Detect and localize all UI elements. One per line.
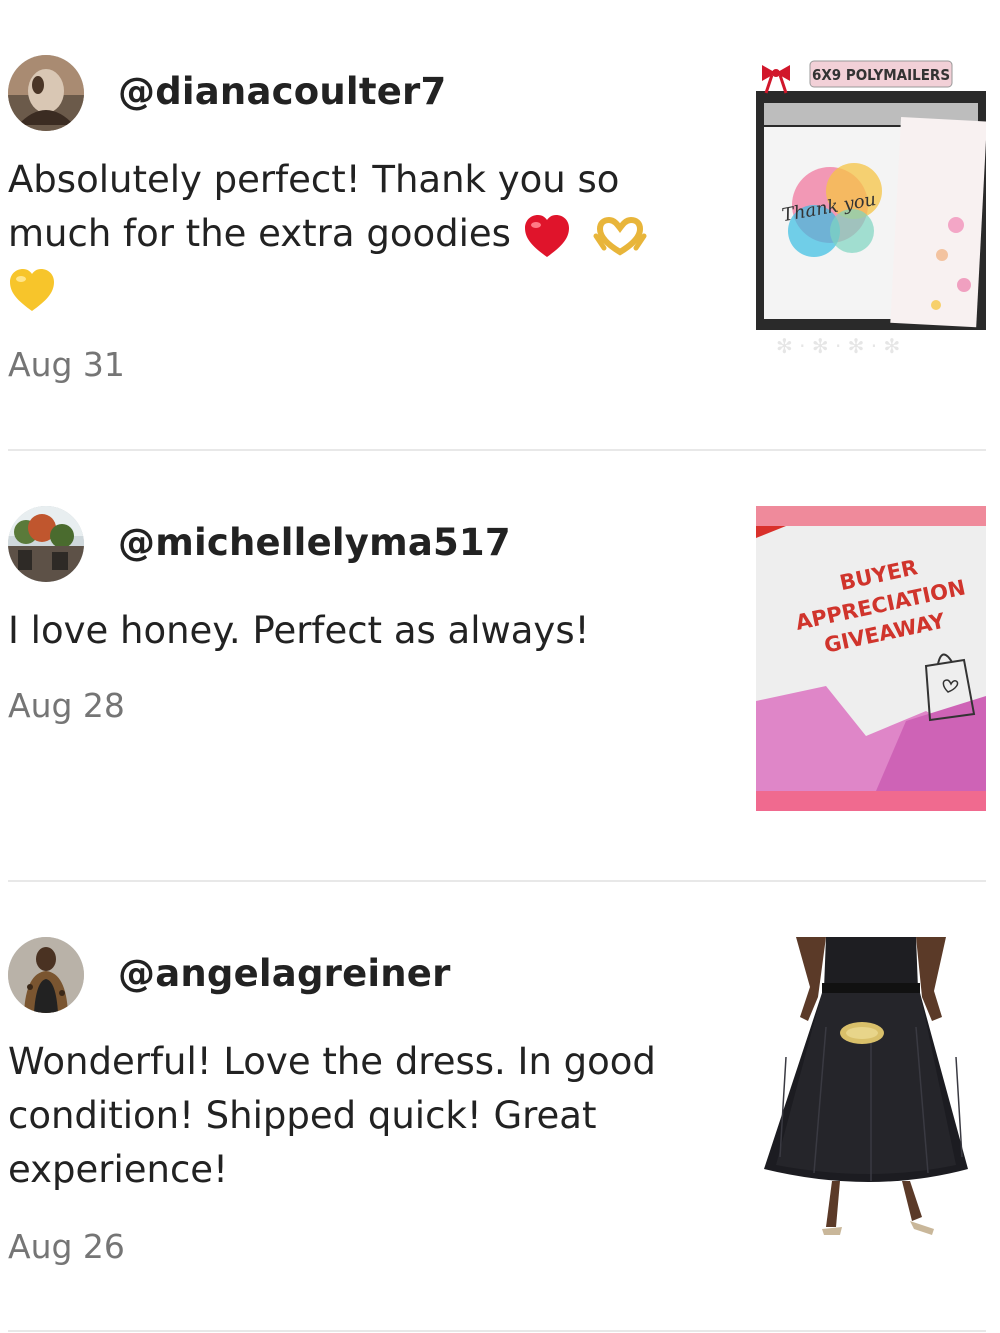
dress-image bbox=[756, 937, 986, 1242]
review-item: @michellelyma517 I love honey. Perfect a… bbox=[0, 451, 1000, 881]
avatar[interactable] bbox=[8, 55, 84, 131]
review-item: @dianacoulter7 Absolutely perfect! Thank… bbox=[0, 0, 1000, 450]
divider bbox=[8, 1330, 986, 1332]
thumb-banner-text: 6X9 POLYMAILERS bbox=[812, 66, 950, 84]
polymailer-image: 6X9 POLYMAILERS Thank you ✻ · ✻ · ✻ · ✻ bbox=[756, 55, 986, 360]
review-item: @angelagreiner Wonderful! Love the dress… bbox=[0, 882, 1000, 1333]
review-comment: Absolutely perfect! Thank you so much fo… bbox=[8, 153, 688, 315]
review-date: Aug 28 bbox=[8, 686, 125, 725]
listing-thumbnail[interactable]: 6X9 POLYMAILERS Thank you ✻ · ✻ · ✻ · ✻ bbox=[756, 55, 986, 360]
listing-thumbnail[interactable] bbox=[756, 937, 986, 1242]
avatar-image bbox=[8, 55, 84, 131]
review-date: Aug 26 bbox=[8, 1227, 125, 1266]
avatar[interactable] bbox=[8, 506, 84, 582]
yellow-heart-icon bbox=[10, 268, 54, 311]
avatar[interactable] bbox=[8, 937, 84, 1013]
avatar-image bbox=[8, 506, 84, 582]
avatar-image bbox=[8, 937, 84, 1013]
username[interactable]: @dianacoulter7 bbox=[118, 70, 446, 113]
username[interactable]: @michellelyma517 bbox=[118, 521, 511, 564]
listing-thumbnail[interactable]: BUYER APPRECIATION GIVEAWAY bbox=[756, 506, 986, 811]
red-heart-icon bbox=[524, 214, 569, 257]
review-date: Aug 31 bbox=[8, 345, 125, 384]
svg-text:✻ · ✻ · ✻ · ✻: ✻ · ✻ · ✻ · ✻ bbox=[776, 334, 900, 358]
username[interactable]: @angelagreiner bbox=[118, 952, 451, 995]
giveaway-image: BUYER APPRECIATION GIVEAWAY bbox=[756, 506, 986, 811]
heart-hands-icon bbox=[593, 216, 647, 255]
review-comment: I love honey. Perfect as always! bbox=[8, 609, 590, 652]
review-comment: Wonderful! Love the dress. In good condi… bbox=[8, 1040, 656, 1191]
